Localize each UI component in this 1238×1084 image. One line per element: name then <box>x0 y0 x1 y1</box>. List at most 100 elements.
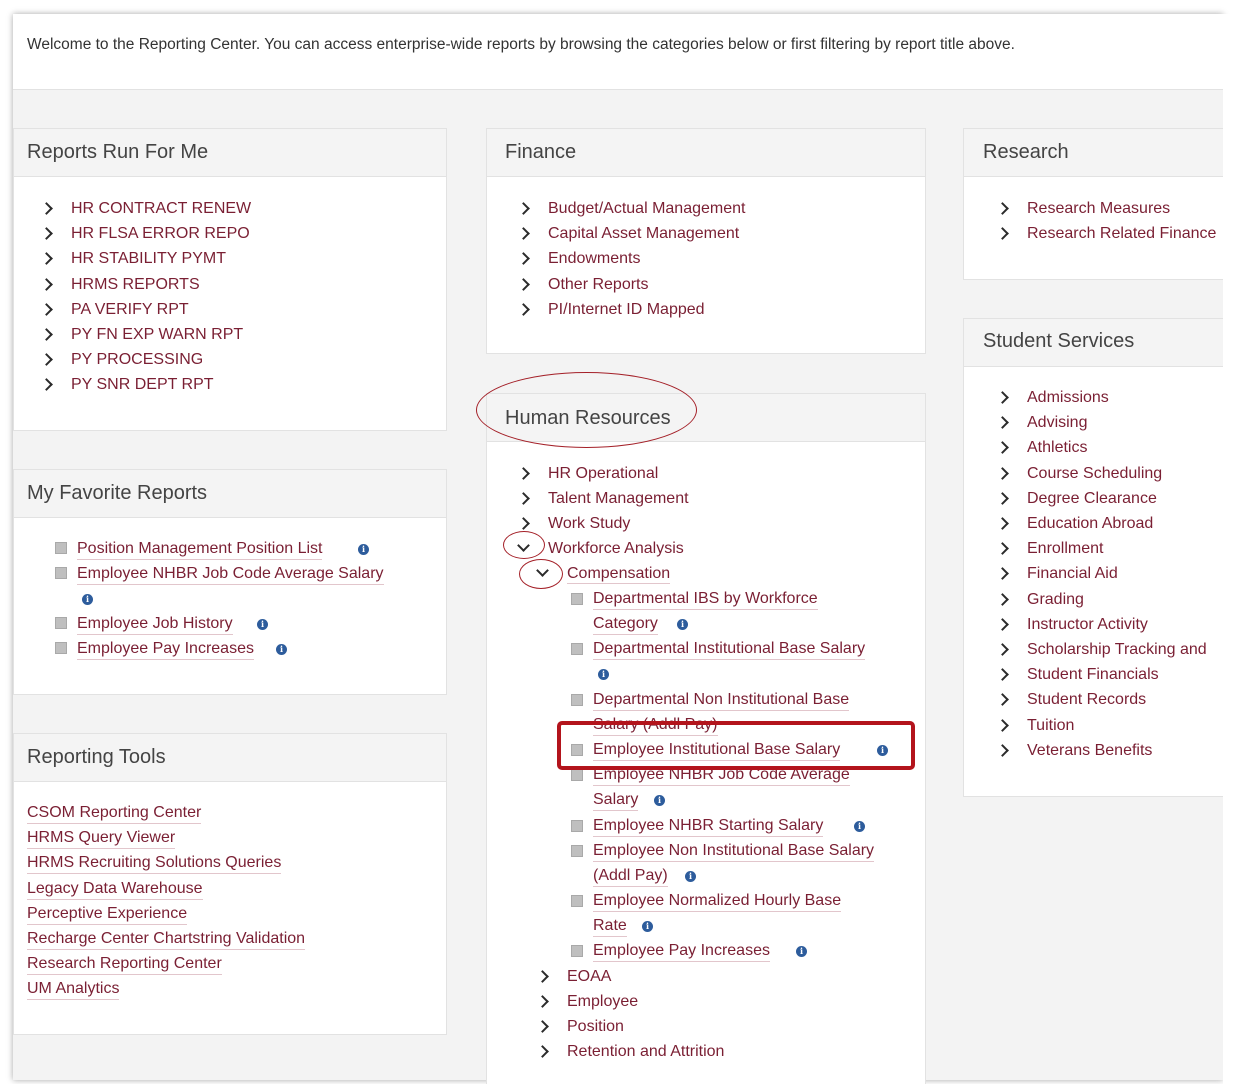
research-panel: Research Research Measures Research Relat… <box>963 128 1233 280</box>
document-icon <box>571 769 583 781</box>
info-icon[interactable]: i <box>654 795 665 807</box>
compensation-report-link-line2[interactable]: (Addl Pay) <box>593 867 668 888</box>
favorite-report-link[interactable]: Position Management Position List <box>77 540 323 560</box>
info-icon[interactable]: i <box>642 921 653 933</box>
reporting-tool-link[interactable]: Research Reporting Center <box>27 955 222 976</box>
reporting-tool-link[interactable]: Perceptive Experience <box>27 905 188 925</box>
info-icon[interactable]: i <box>82 594 93 605</box>
compensation-report-link[interactable]: Departmental IBS by Workforce <box>593 590 818 610</box>
welcome-banner: Welcome to the Reporting Center. You can… <box>13 14 1223 90</box>
chevron-right-icon <box>996 718 1009 732</box>
reporting-tool-link[interactable]: CSOM Reporting Center <box>27 804 202 824</box>
chevron-right-icon <box>517 302 530 316</box>
chevron-right-icon <box>996 466 1009 480</box>
info-icon[interactable]: i <box>598 669 609 681</box>
folder-label: Compensation <box>567 565 671 584</box>
info-icon[interactable]: i <box>276 644 287 655</box>
panel-title: Reports Run For Me <box>27 141 209 163</box>
right-margin <box>1223 14 1238 1084</box>
annotation-circle-workforce <box>503 531 545 559</box>
chevron-right-icon <box>40 353 53 367</box>
chevron-right-icon <box>996 542 1009 556</box>
chevron-right-icon <box>536 970 549 983</box>
info-icon[interactable]: i <box>358 544 369 555</box>
reporting-tool-link[interactable]: UM Analytics <box>27 980 120 1001</box>
item-label: Course Scheduling <box>1027 464 1163 482</box>
panel-header: Reports Run For Me <box>14 129 446 177</box>
item-label: PY FN EXP WARN RPT <box>71 326 244 343</box>
panel-header: Student Services <box>964 319 1232 367</box>
item-label: Financial Aid <box>1027 565 1118 583</box>
item-label: Scholarship Tracking and <box>1027 641 1207 658</box>
item-label: Degree Clearance <box>1027 489 1157 507</box>
reporting-tool-link[interactable]: Legacy Data Warehouse <box>27 880 203 900</box>
item-label: Admissions <box>1027 389 1109 406</box>
compensation-report-link[interactable]: Employee Pay Increases <box>593 942 770 962</box>
compensation-report-link[interactable]: Departmental Non Institutional Base <box>593 691 850 711</box>
chevron-right-icon <box>536 1045 549 1058</box>
reporting-tool-link[interactable]: Recharge Center Chartstring Validation <box>27 930 306 950</box>
folder-label: EOAA <box>567 968 612 985</box>
chevron-right-icon <box>517 492 530 505</box>
item-label: PA VERIFY RPT <box>71 300 189 318</box>
item-label: HRMS REPORTS <box>71 275 200 293</box>
compensation-report-link-line2[interactable]: Rate <box>593 917 627 938</box>
item-label: Research Related Finance <box>1027 225 1217 243</box>
chevron-right-icon <box>996 693 1009 707</box>
item-label: Budget/Actual Management <box>548 200 746 217</box>
compensation-report-link-line2[interactable]: Salary <box>593 791 639 812</box>
folder-label: Employee <box>567 993 639 1010</box>
reporting-tool-link[interactable]: HRMS Query Viewer <box>27 829 176 850</box>
item-label: HR STABILITY PYMT <box>71 250 226 268</box>
compensation-report-link[interactable]: Employee Non Institutional Base Salary <box>593 842 875 862</box>
reporting-tools-panel: Reporting Tools CSOM Reporting Center HRM… <box>13 733 447 1035</box>
info-icon[interactable]: i <box>796 946 807 957</box>
chevron-right-icon <box>996 592 1009 606</box>
document-icon <box>55 617 67 629</box>
item-label: PY PROCESSING <box>71 351 204 369</box>
item-label: Advising <box>1027 414 1088 432</box>
chevron-right-icon <box>40 202 53 215</box>
chevron-right-icon <box>517 252 530 266</box>
chevron-right-icon <box>996 643 1009 656</box>
document-icon <box>571 895 583 907</box>
compensation-report-link-line2[interactable]: Category <box>593 615 658 636</box>
info-icon[interactable]: i <box>677 619 688 631</box>
folder-label: HR Operational <box>548 465 659 482</box>
student-services-panel: Student Services Admissions Advising Athle… <box>963 318 1233 797</box>
info-icon[interactable]: i <box>685 871 696 883</box>
reporting-center-page: Welcome to the Reporting Center. You can… <box>0 0 1238 1084</box>
panel-title: Student Services <box>983 330 1135 352</box>
favorite-report-link[interactable]: Employee NHBR Job Code Average Salary <box>77 565 384 585</box>
compensation-report-link[interactable]: Employee NHBR Starting Salary <box>593 817 824 837</box>
document-icon <box>571 643 583 655</box>
favorite-report-link[interactable]: Employee Pay Increases <box>77 640 254 660</box>
compensation-report-link[interactable]: Employee Normalized Hourly Base <box>593 892 842 912</box>
chevron-right-icon <box>996 391 1009 404</box>
panel-header: Reporting Tools <box>14 734 446 782</box>
info-icon[interactable]: i <box>854 821 865 832</box>
annotation-rect-employee-ibs <box>557 721 915 770</box>
item-label: Capital Asset Management <box>548 225 740 243</box>
item-label: Tuition <box>1027 716 1075 734</box>
reporting-tool-link[interactable]: HRMS Recruiting Solutions Queries <box>27 854 282 875</box>
annotation-circle-compensation <box>519 559 563 589</box>
item-label: Endowments <box>548 250 641 268</box>
compensation-report-link[interactable]: Departmental Institutional Base Salary <box>593 640 866 660</box>
favorite-report-link[interactable]: Employee Job History <box>77 615 233 635</box>
item-label: PY SNR DEPT RPT <box>71 376 214 394</box>
chevron-right-icon <box>996 202 1009 215</box>
item-label: Veterans Benefits <box>1027 741 1153 759</box>
chevron-right-icon <box>996 517 1009 530</box>
item-label: Student Financials <box>1027 666 1159 684</box>
document-icon <box>55 642 67 654</box>
panel-title: Research <box>983 141 1069 163</box>
panel-title: Finance <box>505 141 577 163</box>
item-label: HR CONTRACT RENEW <box>71 200 252 217</box>
chevron-right-icon <box>40 227 53 241</box>
document-icon <box>55 542 67 554</box>
chevron-right-icon <box>40 328 53 341</box>
chevron-right-icon <box>996 567 1009 581</box>
info-icon[interactable]: i <box>257 619 268 630</box>
document-icon <box>55 567 67 579</box>
